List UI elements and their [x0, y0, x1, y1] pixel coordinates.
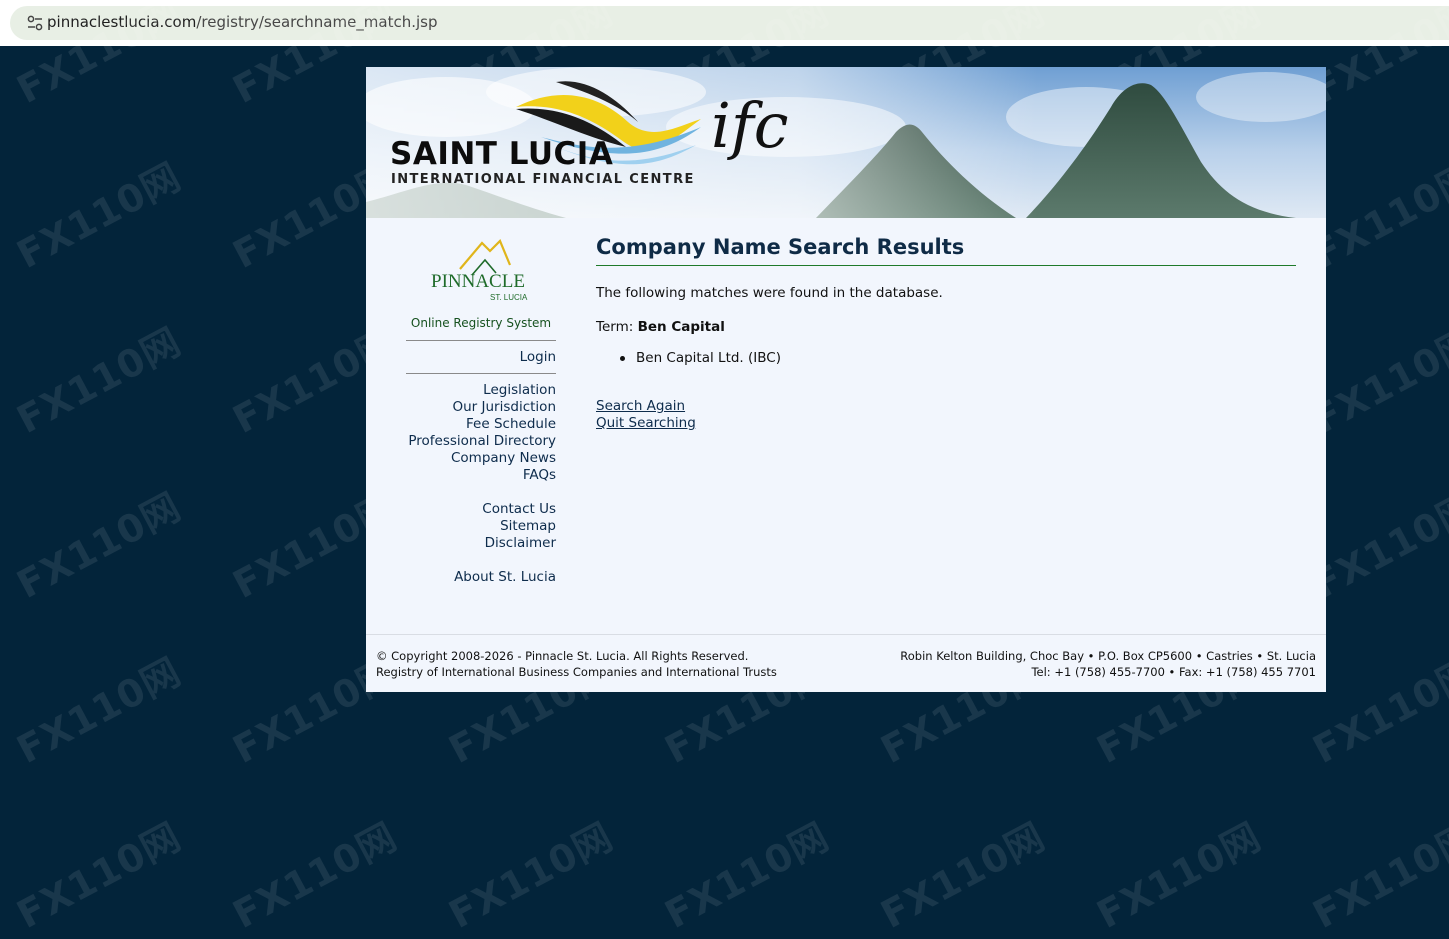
url-path: /registry/searchname_match.jsp [196, 13, 438, 31]
url-field[interactable]: pinnaclestlucia.com/registry/searchname_… [10, 6, 1449, 40]
contact-text: Tel: +1 (758) 455-7700 • Fax: +1 (758) 4… [1031, 665, 1316, 679]
login-link[interactable]: Login [406, 349, 556, 366]
term-label: Term: [596, 319, 634, 335]
bullet-icon [620, 356, 625, 361]
watermark-text: FX110网 [9, 814, 189, 937]
watermark-text: FX110网 [657, 814, 837, 937]
nav-sitemap[interactable]: Sitemap [406, 518, 556, 535]
watermark-text: FX110网 [1305, 814, 1449, 937]
address-text: Robin Kelton Building, Choc Bay • P.O. B… [900, 649, 1316, 663]
watermark-text: FX110网 [9, 484, 189, 607]
nav-company-news[interactable]: Company News [406, 450, 556, 467]
tune-icon[interactable] [26, 15, 44, 31]
pinnacle-logo[interactable]: PINNACLE ST. LUCIA [430, 235, 532, 307]
search-actions: Search Again Quit Searching [596, 398, 696, 432]
nav-about-st-lucia[interactable]: About St. Lucia [406, 569, 556, 586]
divider [406, 373, 556, 374]
nav-our-jurisdiction[interactable]: Our Jurisdiction [406, 399, 557, 416]
logo-subtext: ST. LUCIA [490, 293, 528, 302]
term-value: Ben Capital [637, 319, 725, 335]
login-group: Login [406, 349, 556, 366]
watermark-text: FX110网 [9, 154, 189, 277]
search-term: Term: Ben Capital [596, 319, 725, 335]
url-host: pinnaclestlucia.com [47, 13, 197, 31]
search-again-link[interactable]: Search Again [596, 398, 696, 415]
nav-legislation[interactable]: Legislation [406, 382, 556, 399]
nav-professional-directory[interactable]: Professional Directory [406, 433, 556, 450]
watermark-text: FX110网 [441, 814, 621, 937]
nav-tertiary: About St. Lucia [406, 569, 556, 586]
logo-wordmark: PINNACLE [431, 271, 525, 292]
watermark-text: FX110网 [873, 814, 1053, 937]
title-divider [596, 265, 1296, 266]
page-container: SAINT LUCIA INTERNATIONAL FINANCIAL CENT… [366, 67, 1326, 692]
results-intro: The following matches were found in the … [596, 285, 943, 301]
page-title: Company Name Search Results [596, 235, 965, 259]
divider [406, 340, 556, 341]
result-text: Ben Capital Ltd. (IBC) [636, 350, 781, 366]
watermark-text: FX110网 [225, 814, 405, 937]
watermark-text: FX110网 [9, 649, 189, 772]
nav-fee-schedule[interactable]: Fee Schedule [406, 416, 556, 433]
nav-faqs[interactable]: FAQs [406, 467, 556, 484]
banner-subtitle: INTERNATIONAL FINANCIAL CENTRE [391, 172, 695, 187]
watermark-text: FX110网 [1089, 814, 1269, 937]
nav-secondary: Contact Us Sitemap Disclaimer [406, 501, 556, 552]
ifc-mark: ifc [711, 89, 789, 162]
list-item: Ben Capital Ltd. (IBC) [620, 350, 781, 366]
footer-right: Robin Kelton Building, Choc Bay • P.O. B… [900, 648, 1316, 680]
browser-address-bar: pinnaclestlucia.com/registry/searchname_… [0, 0, 1449, 46]
footer-divider [366, 634, 1326, 635]
header-banner: SAINT LUCIA INTERNATIONAL FINANCIAL CENT… [366, 67, 1326, 218]
copyright-text: © Copyright 2008-2026 - Pinnacle St. Luc… [376, 649, 749, 663]
nav-disclaimer[interactable]: Disclaimer [406, 535, 556, 552]
nav-primary: Legislation Our Jurisdiction Fee Schedul… [406, 382, 556, 484]
watermark-text: FX110网 [9, 319, 189, 442]
nav-contact-us[interactable]: Contact Us [406, 501, 556, 518]
url-text[interactable]: pinnaclestlucia.com/registry/searchname_… [47, 13, 438, 31]
quit-searching-link[interactable]: Quit Searching [596, 415, 696, 432]
results-list: Ben Capital Ltd. (IBC) [620, 350, 781, 366]
footer-left: © Copyright 2008-2026 - Pinnacle St. Luc… [376, 648, 777, 680]
registry-text: Registry of International Business Compa… [376, 665, 777, 679]
banner-title: SAINT LUCIA [390, 136, 614, 172]
registry-system-label: Online Registry System [410, 316, 552, 330]
